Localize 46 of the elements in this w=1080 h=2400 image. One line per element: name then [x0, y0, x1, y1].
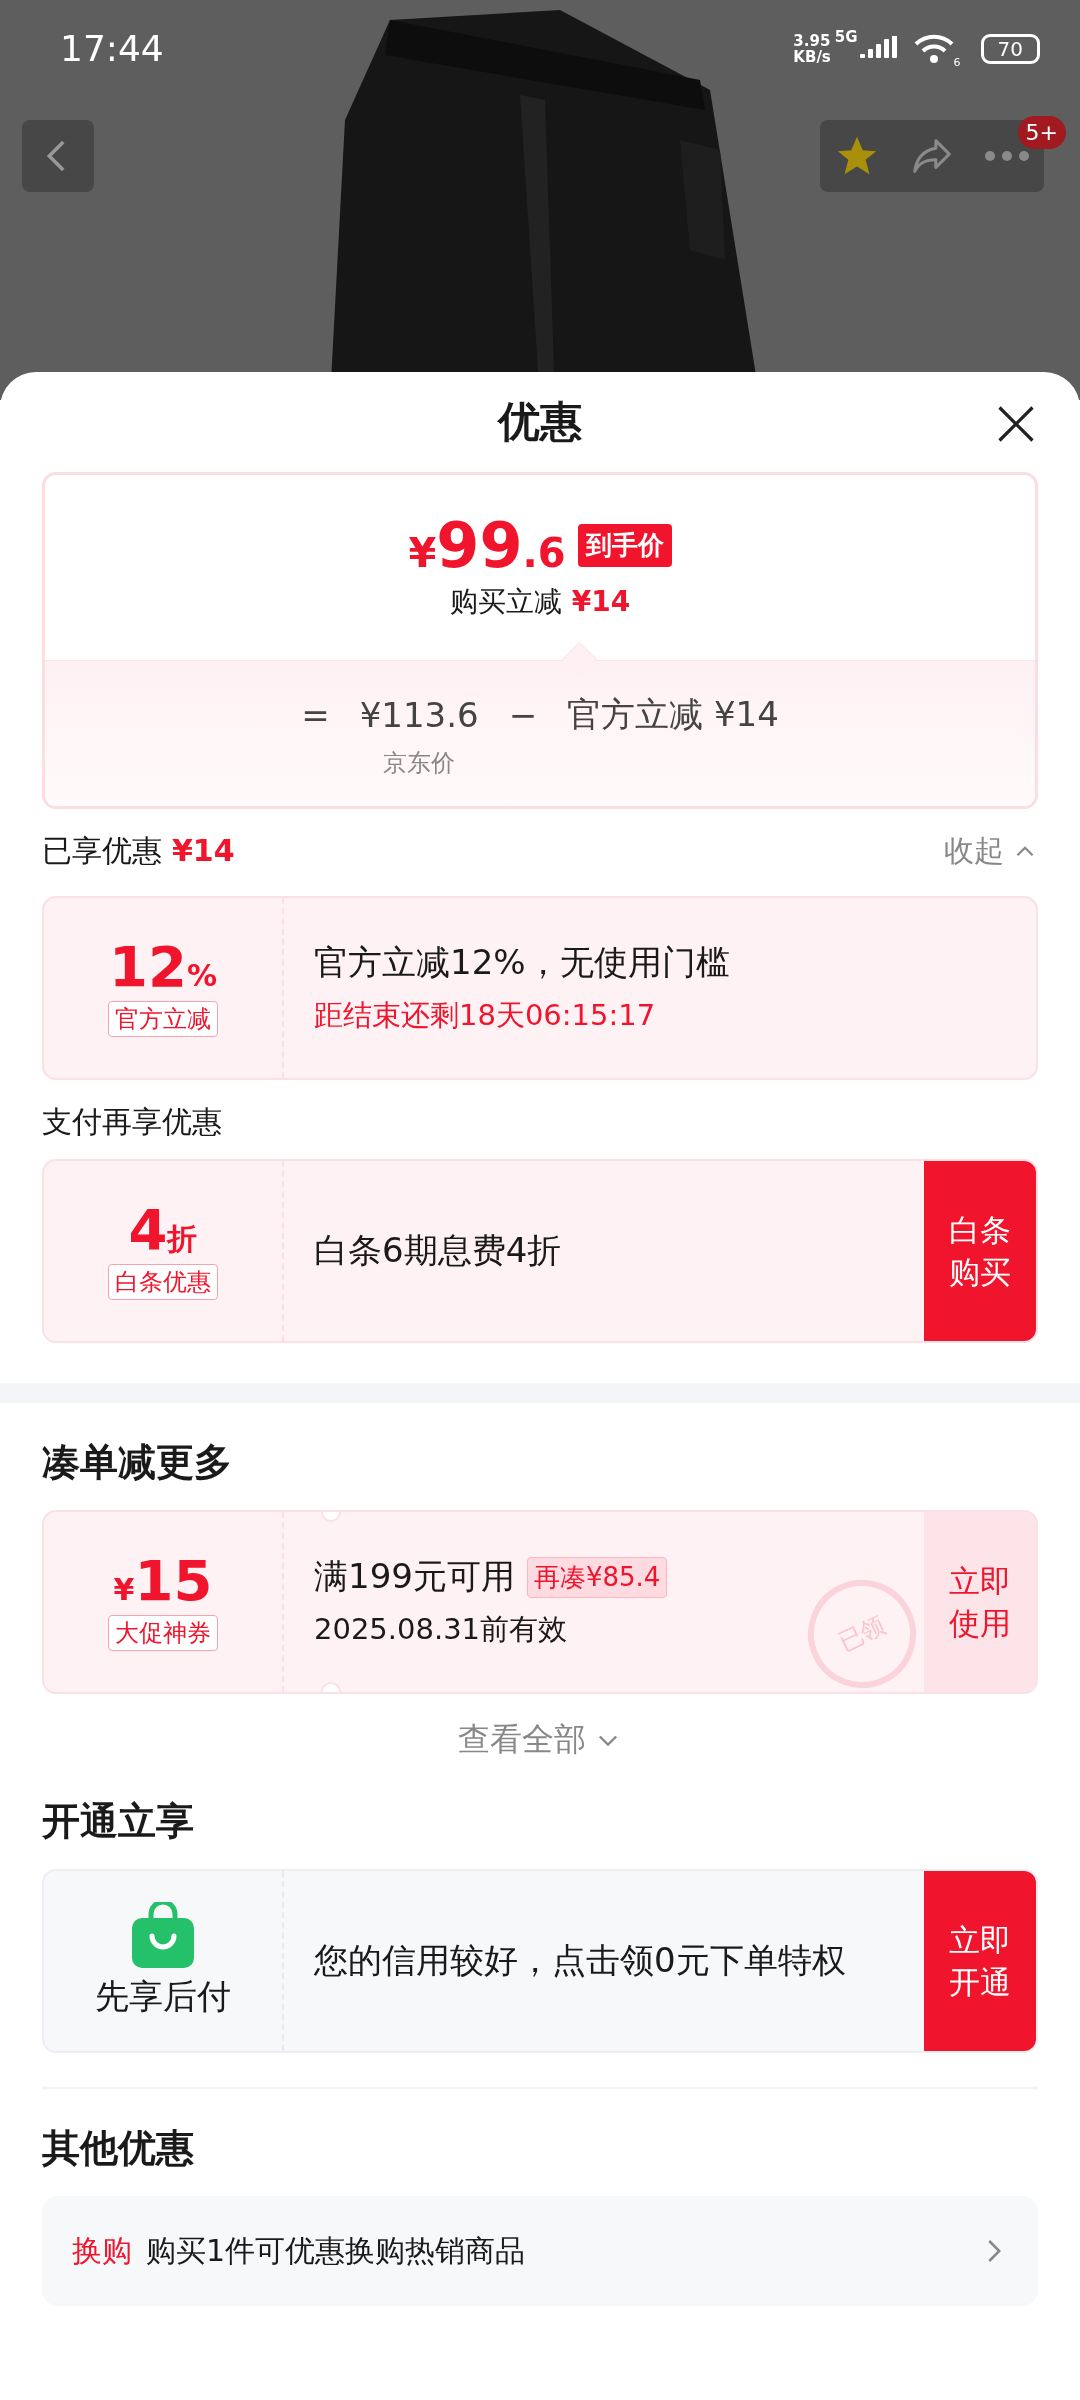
minus-sign: − — [508, 694, 538, 735]
offer-title: 您的信用较好，点击领0元下单特权 — [314, 1939, 846, 1982]
price-tag: 到手价 — [577, 524, 672, 567]
shopping-bag-icon — [132, 1902, 194, 1968]
network-speed: 3.95 KB/s — [793, 32, 831, 65]
view-all-link[interactable]: 查看全部 — [458, 1718, 622, 1762]
section-title: 凑单减更多 — [42, 1439, 233, 1486]
status-time: 17:44 — [60, 28, 165, 69]
sheet-title: 优惠 — [498, 396, 582, 448]
offer-row[interactable]: 换购 购买1件可优惠换购热销商品 — [42, 2196, 1038, 2306]
back-button[interactable] — [22, 120, 94, 192]
battery-indicator: 70 — [980, 33, 1040, 64]
base-price: ¥113.6 — [359, 694, 479, 735]
wifi-icon — [913, 33, 954, 64]
final-price: ¥99.6 — [408, 514, 566, 577]
top-up-chip: 再凑¥85.4 — [526, 1556, 668, 1598]
section-caption: 支付再享优惠 — [42, 1103, 223, 1141]
more-icon — [983, 150, 1030, 162]
collapse-toggle[interactable]: 收起 — [944, 831, 1038, 872]
discount-tag: 官方立减 — [108, 1001, 218, 1037]
action-button[interactable]: 白条购买 — [924, 1161, 1036, 1341]
credit-label: 先享后付 — [95, 1975, 231, 2018]
offer-title: 白条6期息费4折 — [314, 1229, 562, 1272]
discount-value: 4折 — [128, 1202, 198, 1258]
section-title: 开通立享 — [42, 1798, 195, 1845]
more-button[interactable] — [983, 150, 1030, 162]
offer-text: 购买1件可优惠换购热销商品 — [146, 2231, 527, 2270]
discount-value: ¥15 — [113, 1553, 213, 1609]
discount-text: 官方立减 ¥14 — [567, 692, 779, 736]
savings-text: 购买立减 ¥14 — [449, 583, 631, 620]
section-title: 其他优惠 — [42, 2125, 195, 2172]
discount-value: 12% — [109, 939, 217, 995]
discount-tag: 大促神券 — [108, 1615, 218, 1651]
action-button[interactable]: 立即使用 — [924, 1512, 1036, 1692]
base-price-label: 京东价 — [383, 747, 456, 773]
wifi-label: 6 — [953, 56, 961, 69]
offer-tag: 换购 — [72, 2230, 132, 2272]
validity-text: 2025.08.31前有效 — [314, 1611, 568, 1648]
network-type: 5G — [834, 28, 858, 46]
enjoyed-discount: 已享优惠 ¥14 — [42, 832, 235, 870]
action-button[interactable]: 立即开通 — [924, 1871, 1036, 2051]
equals-sign: = — [301, 694, 330, 735]
offer-title: 官方立减12%，无使用门槛 — [314, 941, 730, 984]
discount-tag: 白条优惠 — [108, 1264, 218, 1300]
offer-title: 满199元可用 — [314, 1555, 515, 1598]
countdown-text: 距结束还剩18天06:15:17 — [314, 997, 656, 1034]
